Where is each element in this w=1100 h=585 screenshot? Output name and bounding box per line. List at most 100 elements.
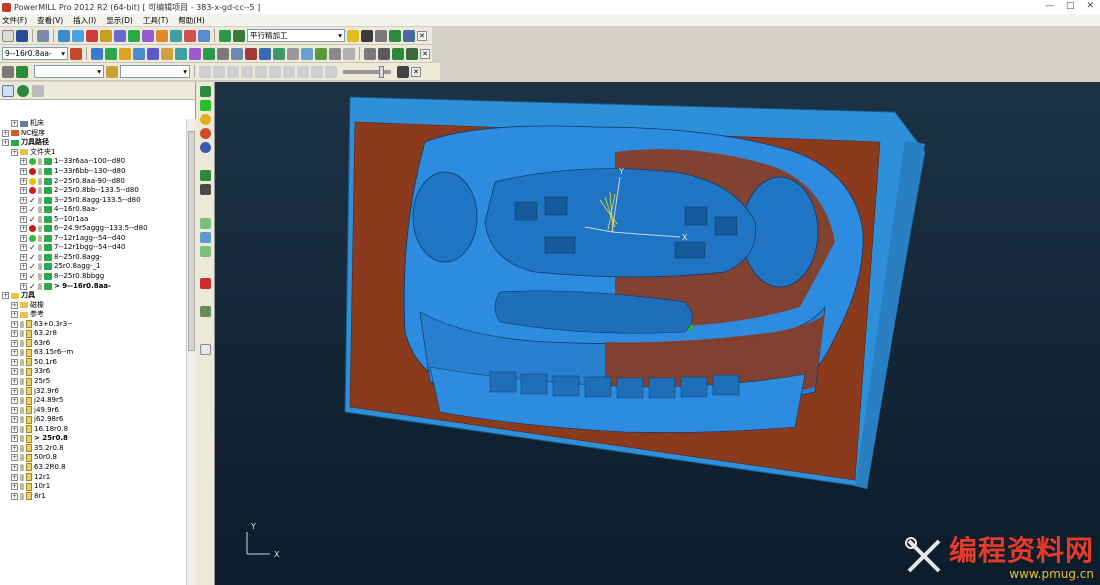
expand-toggle-icon[interactable]: + <box>20 253 27 261</box>
tree-item[interactable]: +16.18r0.8 <box>0 425 186 435</box>
tool-list-icon[interactable] <box>287 47 299 60</box>
drill-icon[interactable] <box>91 47 103 60</box>
expand-toggle-icon[interactable]: + <box>20 282 27 290</box>
strategy-combo[interactable]: 平行精加工 ▾ <box>247 29 345 42</box>
plane-icon[interactable] <box>200 170 211 181</box>
fast-forward-icon[interactable] <box>297 65 309 78</box>
tree-item[interactable]: +1--33r6aa--100--d80 <box>0 157 186 167</box>
menu-display[interactable]: 显示(D) <box>106 15 133 26</box>
tree-item[interactable]: +25r5 <box>0 377 186 387</box>
menu-insert[interactable]: 插入(I) <box>73 15 96 26</box>
delete-icon[interactable] <box>200 278 211 289</box>
lightbulb-icon[interactable] <box>20 483 24 491</box>
expand-toggle-icon[interactable]: + <box>2 129 9 137</box>
graphics-viewport[interactable]: Y X X Y 编程资料网 www.pmug.cn <box>215 82 1100 585</box>
settings-icon[interactable] <box>375 29 387 42</box>
expand-toggle-icon[interactable]: + <box>11 349 18 357</box>
expand-toggle-icon[interactable]: + <box>20 187 27 195</box>
expand-toggle-icon[interactable]: + <box>11 454 18 462</box>
form-icon[interactable] <box>203 47 215 60</box>
sim-options-icon[interactable] <box>397 65 409 78</box>
tree-item[interactable]: + 参考 <box>0 310 186 320</box>
explorer-tab-icon[interactable] <box>2 84 14 97</box>
expand-toggle-icon[interactable]: + <box>11 416 18 424</box>
tree-item[interactable]: +63.2r8 <box>0 329 186 339</box>
tool-info-icon[interactable] <box>392 47 404 60</box>
tree-item[interactable]: + j62.98r6 <box>0 415 186 425</box>
lightbulb-icon[interactable] <box>38 215 42 223</box>
tool-settings-icon[interactable] <box>259 47 271 60</box>
help-tab-icon[interactable] <box>32 84 44 97</box>
lightbulb-icon[interactable] <box>38 225 42 233</box>
light-icon[interactable] <box>200 114 211 125</box>
tree-item[interactable]: +63r6 <box>0 339 186 349</box>
menu-tools[interactable]: 工具(T) <box>143 15 168 26</box>
expand-toggle-icon[interactable]: + <box>11 463 18 471</box>
tree-item[interactable]: + 刀具 <box>0 291 186 301</box>
tree-item[interactable]: +2--25r0.8aa-90--d80 <box>0 176 186 186</box>
ball-nose-icon[interactable] <box>119 47 131 60</box>
globe-icon[interactable] <box>17 84 29 97</box>
shade-icon[interactable] <box>200 86 211 97</box>
expand-toggle-icon[interactable]: + <box>11 397 18 405</box>
expand-toggle-icon[interactable]: + <box>11 483 18 491</box>
lightbulb-icon[interactable] <box>20 397 24 405</box>
lightbulb-icon[interactable] <box>20 416 24 424</box>
tool-icon[interactable] <box>70 47 82 60</box>
expand-toggle-icon[interactable]: + <box>20 196 27 204</box>
level-icon[interactable] <box>184 29 196 42</box>
tool-check-icon[interactable] <box>315 47 327 60</box>
expand-toggle-icon[interactable]: + <box>20 158 27 166</box>
expand-toggle-icon[interactable]: + <box>11 492 18 500</box>
tree-item[interactable]: +7--12r1agg--54--d40 <box>0 234 186 244</box>
tool-db-icon[interactable] <box>245 47 257 60</box>
tree-item[interactable]: +63.15r6--m <box>0 348 186 358</box>
tree-item[interactable]: +50.1r6 <box>0 358 186 368</box>
lightbulb-icon[interactable] <box>38 253 42 261</box>
tool-export-icon[interactable] <box>329 47 341 60</box>
expand-toggle-icon[interactable]: + <box>11 320 18 328</box>
expand-toggle-icon[interactable]: + <box>20 177 27 185</box>
lightbulb-icon[interactable] <box>20 473 24 481</box>
machine-icon[interactable] <box>2 65 14 78</box>
expand-toggle-icon[interactable]: + <box>11 378 18 386</box>
clear-icon[interactable] <box>200 306 211 317</box>
explorer-scrollbar[interactable] <box>186 119 196 585</box>
tree-item[interactable]: + 文件夹1 <box>0 148 186 158</box>
shank-icon[interactable] <box>231 47 243 60</box>
expand-toggle-icon[interactable]: + <box>11 148 18 156</box>
strategy-icon[interactable] <box>233 29 245 42</box>
check-icon[interactable] <box>200 100 211 111</box>
lightbulb-icon[interactable] <box>38 273 42 281</box>
expand-toggle-icon[interactable]: + <box>11 368 18 376</box>
close-icon[interactable] <box>200 344 211 355</box>
tree-item[interactable]: +50r0.8 <box>0 453 186 463</box>
tree-item[interactable]: + ✓ 4--16r0.8aa- <box>0 205 186 215</box>
tree-item[interactable]: +35.2r0.8 <box>0 444 186 454</box>
lightbulb-icon[interactable] <box>38 263 42 271</box>
toolpath-strategy-icon[interactable] <box>219 29 231 42</box>
expand-toggle-icon[interactable]: + <box>20 244 27 252</box>
speed-slider[interactable] <box>343 65 391 78</box>
lightbulb-icon[interactable] <box>20 435 24 443</box>
expand-toggle-icon[interactable]: + <box>20 273 27 281</box>
tree-item[interactable]: +8r1 <box>0 491 186 501</box>
tree-item[interactable]: + j32.9r6 <box>0 386 186 396</box>
expand-toggle-icon[interactable]: + <box>20 234 27 242</box>
lightbulb-icon[interactable] <box>38 244 42 252</box>
arrow-right-icon[interactable] <box>200 218 211 229</box>
thread-icon[interactable] <box>175 47 187 60</box>
expand-toggle-icon[interactable]: + <box>11 330 18 338</box>
holder-icon[interactable] <box>217 47 229 60</box>
forward-icon[interactable] <box>269 65 281 78</box>
tree-item[interactable]: + > 25r0.8 <box>0 434 186 444</box>
expand-toggle-icon[interactable]: + <box>20 206 27 214</box>
expand-toggle-icon[interactable]: + <box>20 263 27 271</box>
arrow-left-icon[interactable] <box>200 246 211 257</box>
tapered-icon[interactable] <box>147 47 159 60</box>
expand-toggle-icon[interactable]: + <box>11 358 18 366</box>
tool-x-icon[interactable] <box>406 47 418 60</box>
stock-icon[interactable] <box>403 29 415 42</box>
back-icon[interactable] <box>241 65 253 78</box>
close-icon[interactable]: ✕ <box>420 48 430 59</box>
